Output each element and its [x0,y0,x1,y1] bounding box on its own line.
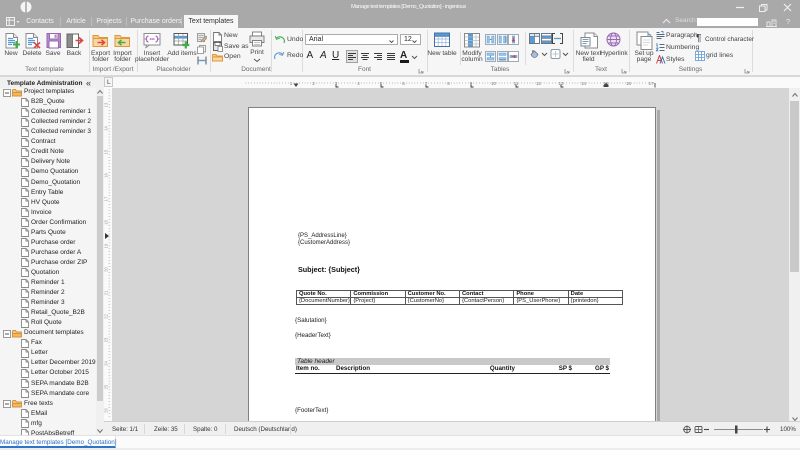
svg-text:23: 23 [104,337,109,342]
svg-text:20: 20 [104,267,109,272]
svg-text:22: 22 [104,314,109,319]
svg-text:16: 16 [626,81,632,86]
svg-text:10: 10 [491,81,497,86]
svg-text:15: 15 [104,149,109,154]
svg-text:19: 19 [104,243,109,248]
svg-text:21: 21 [104,290,109,295]
svg-text:26: 26 [104,408,109,413]
svg-text:17: 17 [648,81,654,86]
svg-text:12: 12 [536,81,542,86]
svg-text:14: 14 [104,126,109,131]
svg-text:14: 14 [581,81,587,86]
svg-text:25: 25 [104,384,109,389]
svg-text:13: 13 [104,102,109,107]
svg-text:18: 18 [104,220,109,225]
svg-text:16: 16 [104,173,109,178]
svg-text:17: 17 [104,196,109,201]
svg-text:24: 24 [104,361,109,366]
